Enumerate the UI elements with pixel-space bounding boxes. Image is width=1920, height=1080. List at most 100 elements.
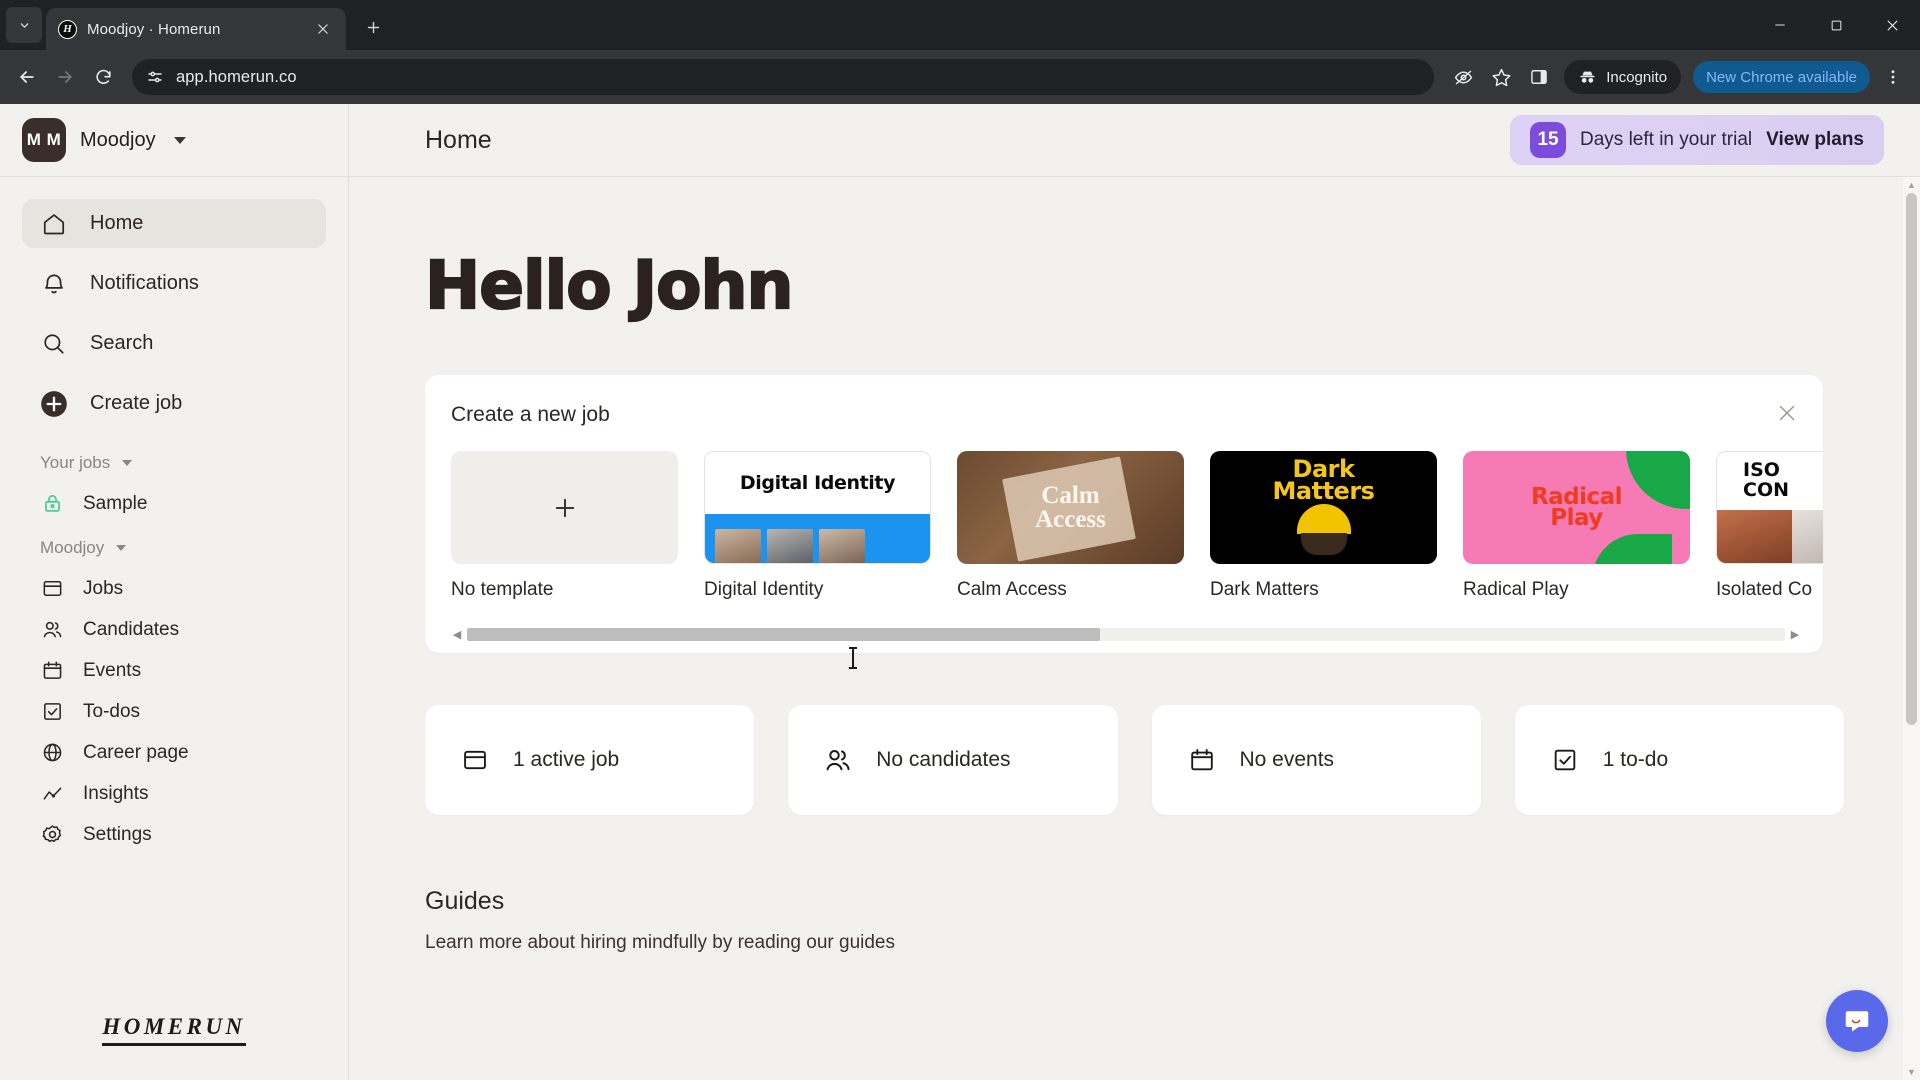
- workspace-section-header[interactable]: Moodjoy: [0, 524, 348, 568]
- forward-arrow-icon: [55, 67, 75, 87]
- workspace-switcher[interactable]: M M Moodjoy: [0, 104, 348, 177]
- close-window-button[interactable]: [1864, 0, 1920, 50]
- forward-button[interactable]: [48, 60, 82, 94]
- scrollbar-track[interactable]: [467, 628, 1785, 641]
- sidebar-item-career-page[interactable]: Career page: [0, 732, 348, 773]
- template-card-radical-play[interactable]: RadicalPlay Radical Play: [1463, 451, 1690, 601]
- page-scrollbar[interactable]: ▲ ▼: [1903, 177, 1920, 1080]
- sidebar-item-label: Notifications: [90, 272, 199, 295]
- stats-row: 1 active job No candidates: [425, 705, 1844, 815]
- minimize-button[interactable]: [1752, 0, 1808, 50]
- template-card-isolated-connection[interactable]: ISO CON Isolated Co: [1716, 451, 1823, 601]
- template-thumb: CalmAccess: [957, 451, 1184, 564]
- page-content: Hello John Create a new job No templ: [349, 177, 1920, 954]
- checkbox-icon: [40, 700, 64, 724]
- browser-toolbar: app.homerun.co Incognito New Chrome avai…: [0, 50, 1920, 104]
- avatar: [715, 529, 761, 563]
- chrome-update-label: New Chrome available: [1706, 69, 1857, 86]
- incognito-indicator[interactable]: Incognito: [1564, 60, 1681, 94]
- template-name: Isolated Co: [1716, 579, 1823, 601]
- chevron-down-icon: [116, 545, 126, 551]
- sidebar-item-create-job[interactable]: Create job: [22, 379, 326, 428]
- chat-widget-button[interactable]: [1826, 990, 1888, 1052]
- stat-card-events[interactable]: No events: [1152, 705, 1481, 815]
- create-job-panel: Create a new job No template: [425, 375, 1823, 653]
- template-horizontal-scrollbar[interactable]: ◀ ▶: [451, 626, 1801, 642]
- face-shape: [1301, 533, 1347, 555]
- lock-icon: [40, 492, 64, 516]
- incognito-label: Incognito: [1606, 69, 1667, 86]
- window-close-icon: [1885, 18, 1900, 33]
- scrollbar-thumb[interactable]: [467, 628, 1100, 641]
- checkbox-icon: [1549, 744, 1581, 776]
- browser-tab[interactable]: H Moodjoy · Homerun: [46, 8, 346, 50]
- homerun-h-icon: H: [58, 20, 77, 39]
- minimize-icon: [1773, 18, 1787, 32]
- greeting-heading: Hello John: [425, 253, 1844, 319]
- tracking-protection-button[interactable]: [1446, 60, 1480, 94]
- scroll-down-arrow-icon[interactable]: ▼: [1903, 1064, 1920, 1080]
- sidebar-item-search[interactable]: Search: [22, 319, 326, 368]
- sidebar-item-jobs[interactable]: Jobs: [0, 568, 348, 609]
- sidebar-item-label: Jobs: [83, 578, 123, 600]
- template-card-calm-access[interactable]: CalmAccess Calm Access: [957, 451, 1184, 601]
- sidebar-item-sample-job[interactable]: Sample: [0, 483, 348, 524]
- search-icon: [40, 330, 68, 358]
- stat-card-active-jobs[interactable]: 1 active job: [425, 705, 754, 815]
- reload-button[interactable]: [86, 60, 120, 94]
- template-thumb: ISO CON: [1716, 451, 1823, 564]
- app-viewport: M M Moodjoy Home Notifications: [0, 104, 1920, 1080]
- back-button[interactable]: [10, 60, 44, 94]
- template-card-no-template[interactable]: No template: [451, 451, 678, 601]
- scroll-right-arrow-icon[interactable]: ▶: [1789, 628, 1801, 641]
- scrollbar-thumb[interactable]: [1906, 193, 1917, 725]
- page-title: Home: [425, 126, 492, 155]
- sidebar-item-settings[interactable]: Settings: [0, 814, 348, 855]
- trial-text: Days left in your trial: [1580, 129, 1752, 151]
- scroll-left-arrow-icon[interactable]: ◀: [451, 628, 463, 641]
- calendar-icon: [40, 659, 64, 683]
- text-cursor: [852, 647, 854, 669]
- bookmark-button[interactable]: [1484, 60, 1518, 94]
- plus-circle-icon: [40, 390, 68, 418]
- guides-subtitle: Learn more about hiring mindfully by rea…: [425, 932, 1844, 954]
- sidebar-item-to-dos[interactable]: To-dos: [0, 691, 348, 732]
- template-card-digital-identity[interactable]: Digital Identity Digital Identity: [704, 451, 931, 601]
- chrome-update-button[interactable]: New Chrome available: [1693, 61, 1870, 93]
- stat-card-todos[interactable]: 1 to-do: [1515, 705, 1844, 815]
- trial-banner[interactable]: 15 Days left in your trial View plans: [1510, 115, 1884, 165]
- workspace-avatar: M M: [22, 118, 66, 162]
- candidates-icon: [822, 744, 854, 776]
- template-name: Digital Identity: [704, 579, 931, 601]
- sidebar-item-label: Settings: [83, 824, 152, 846]
- tab-close-button[interactable]: [312, 18, 334, 40]
- template-art-title: DarkMatters: [1273, 459, 1375, 502]
- stat-card-candidates[interactable]: No candidates: [788, 705, 1117, 815]
- sidebar-item-insights[interactable]: Insights: [0, 773, 348, 814]
- tab-title: Moodjoy · Homerun: [87, 21, 302, 38]
- jobs-icon: [459, 744, 491, 776]
- template-name: Calm Access: [957, 579, 1184, 601]
- tab-search-button[interactable]: [6, 7, 42, 43]
- sidebar-item-events[interactable]: Events: [0, 650, 348, 691]
- sidebar-item-label: Career page: [83, 742, 189, 764]
- sidebar-item-home[interactable]: Home: [22, 199, 326, 248]
- new-tab-button[interactable]: [356, 10, 390, 44]
- your-jobs-section-header[interactable]: Your jobs: [0, 439, 348, 483]
- side-panel-button[interactable]: [1522, 60, 1556, 94]
- scroll-up-arrow-icon[interactable]: ▲: [1903, 177, 1920, 193]
- maximize-button[interactable]: [1808, 0, 1864, 50]
- template-list: No template Digital Identity: [451, 451, 1797, 601]
- browser-menu-button[interactable]: [1876, 60, 1910, 94]
- sidebar-item-notifications[interactable]: Notifications: [22, 259, 326, 308]
- view-plans-link[interactable]: View plans: [1766, 129, 1864, 151]
- green-shape: [1592, 534, 1672, 564]
- sidebar-item-label: Search: [90, 332, 153, 355]
- close-panel-button[interactable]: [1773, 399, 1801, 427]
- chat-bubble-icon: [1842, 1006, 1872, 1036]
- template-card-dark-matters[interactable]: DarkMatters Dark Matters: [1210, 451, 1437, 601]
- avatar: [819, 529, 865, 563]
- chevron-down-icon: [122, 460, 132, 466]
- sidebar-item-candidates[interactable]: Candidates: [0, 609, 348, 650]
- address-bar[interactable]: app.homerun.co: [132, 59, 1434, 95]
